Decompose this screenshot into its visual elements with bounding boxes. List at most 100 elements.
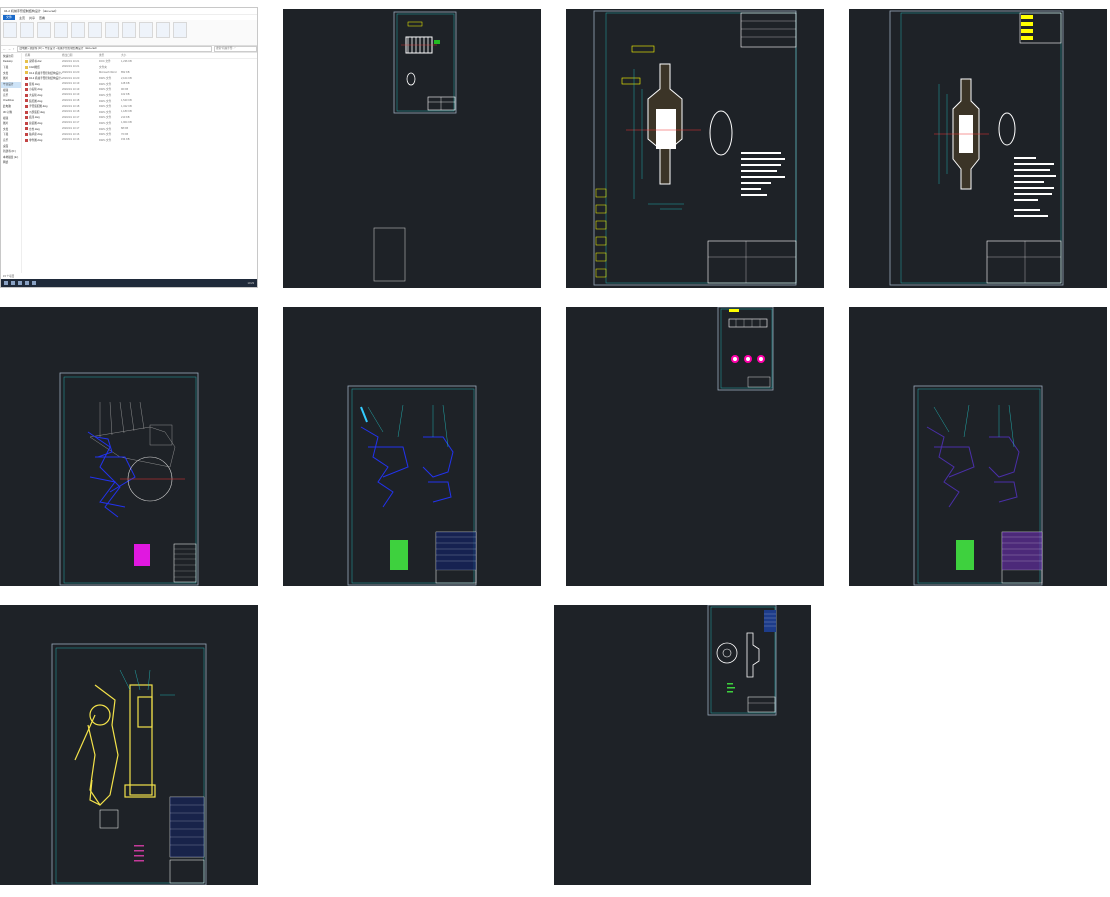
file-date: 2020/4/1 10:17 (62, 127, 80, 131)
delete-button[interactable] (88, 22, 102, 38)
column-type[interactable]: 类型 (99, 53, 121, 57)
file-name: 链轮.dwg (29, 82, 40, 86)
file-type: DWG 文件 (99, 127, 112, 131)
file-date: 2020/4/1 10:16 (62, 138, 80, 142)
file-type: DWG 文件 (99, 99, 112, 103)
copy-to-button[interactable] (71, 22, 85, 38)
drawing-arm-assembly-yellow[interactable] (0, 605, 258, 885)
file-type: 文件夹 (99, 65, 107, 69)
dwg-file-icon (25, 104, 28, 108)
folder-icon[interactable] (18, 281, 22, 285)
drawing-gear-small[interactable] (283, 9, 541, 288)
file-size: 154 KB (121, 138, 130, 142)
tab-file[interactable]: 文件 (3, 15, 16, 20)
dwg-file-icon (25, 110, 28, 114)
browser-icon[interactable] (25, 281, 29, 285)
file-type: Microsoft Word (99, 71, 117, 75)
open-button[interactable] (156, 22, 170, 38)
file-date: 2020/4/1 10:17 (62, 121, 80, 125)
new-folder-button[interactable] (122, 22, 136, 38)
column-name[interactable]: 名称 (25, 53, 62, 57)
drawing-gear-part-2[interactable] (849, 9, 1107, 288)
file-type: DWG 文件 (99, 88, 112, 92)
drawing-assembly-1[interactable] (0, 307, 258, 586)
file-type: DWG 文件 (99, 77, 112, 81)
navigation-pane: 快速访问 Desktop 下载 文档 图片 毕业设计 视频 音乐 OneDrive 此电脑 3D 对… (1, 52, 22, 273)
ribbon (1, 20, 257, 46)
dwg-file-icon (25, 127, 28, 131)
file-name: 04-2 机械手臂控制结构设计.dwg (29, 77, 62, 81)
file-size: 852 KB (121, 71, 130, 75)
drawing-assembly-2[interactable] (283, 307, 541, 586)
file-type: DWG 文件 (99, 93, 112, 97)
file-row[interactable]: 零件图.dwg 2020/4/1 10:16 DWG 文件 154 KB (25, 137, 257, 143)
dwg-file-icon (25, 138, 28, 142)
clock: 10:23 (247, 281, 255, 285)
file-list: 名称 修改日期 类型 大小 说明书.doc 2020/4/1 10:21 DOC 文… (22, 52, 257, 273)
drawing-gear-part-1[interactable] (566, 9, 824, 288)
file-size: 1,904 KB (121, 121, 132, 125)
file-date: 2020/4/1 10:21 (62, 59, 80, 63)
dwg-file-icon (25, 82, 28, 86)
move-to-button[interactable] (54, 22, 68, 38)
file-date: 2020/4/1 10:20 (62, 71, 80, 75)
file-name: 04-2 机械手臂控制结构设计.docx (29, 71, 62, 75)
file-size: 1,180 KB (121, 110, 132, 114)
file-size: 128 KB (121, 82, 130, 86)
dwg-file-icon (25, 88, 28, 92)
drawing-gear-set[interactable] (566, 307, 824, 586)
file-size: 102 KB (121, 93, 130, 97)
dwg-file-icon (25, 121, 28, 125)
dwg-file-icon (25, 93, 28, 97)
file-name: 底座.dwg (29, 116, 40, 120)
file-size: 76 KB (121, 132, 129, 136)
tab-view[interactable]: 查看 (39, 16, 45, 20)
file-name: CAD图纸 (29, 65, 40, 69)
file-name: 大齿轮.dwg (29, 93, 43, 97)
file-type: DOC 文件 (99, 60, 111, 64)
file-explorer-window: 04-2 机械手臂控制结构设计（doc+cad） 文件 主页 共享 查看 ← →… (0, 7, 258, 288)
file-name: 立柱.dwg (29, 127, 40, 131)
file-date: 2020/4/1 10:18 (62, 110, 80, 114)
forward-arrow-icon[interactable]: → (8, 47, 11, 51)
file-date: 2020/4/1 10:18 (62, 99, 80, 103)
file-type: DWG 文件 (99, 82, 112, 86)
rename-button[interactable] (105, 22, 119, 38)
file-type: DWG 文件 (99, 138, 112, 142)
file-date: 2020/4/1 10:19 (62, 93, 80, 97)
back-arrow-icon[interactable]: ← (3, 47, 6, 51)
paste-button[interactable] (37, 22, 51, 38)
cad-app-icon[interactable] (32, 281, 36, 285)
cad-drawing-gear-small (373, 11, 457, 282)
cad-drawing-assembly-2 (347, 385, 477, 586)
drawing-part-detail[interactable] (554, 605, 811, 885)
file-date: 2020/4/1 10:19 (62, 87, 80, 91)
column-date[interactable]: 修改日期 (62, 53, 99, 57)
file-type: DWG 文件 (99, 121, 112, 125)
file-date: 2020/4/1 10:20 (62, 76, 80, 80)
file-name: 零件图.dwg (29, 138, 43, 142)
properties-button[interactable] (139, 22, 153, 38)
copy-button[interactable] (20, 22, 34, 38)
file-size: 210 KB (121, 115, 130, 119)
select-all-button[interactable] (173, 22, 187, 38)
doc-file-icon (25, 71, 28, 75)
up-arrow-icon[interactable]: ↑ (13, 47, 15, 51)
dwg-file-icon (25, 99, 28, 103)
tab-home[interactable]: 主页 (19, 16, 25, 20)
drawing-assembly-3[interactable] (849, 307, 1107, 586)
cad-drawing-part-detail (707, 605, 777, 716)
cad-drawing-arm-assembly (51, 643, 207, 885)
nav-item[interactable]: 网络 (1, 160, 21, 166)
start-icon[interactable] (4, 281, 8, 285)
folder-icon (25, 65, 28, 69)
file-name: 爪部装配.dwg (29, 110, 45, 114)
tab-share[interactable]: 共享 (29, 16, 35, 20)
column-size[interactable]: 大小 (121, 53, 141, 57)
file-date: 2020/4/1 10:17 (62, 115, 80, 119)
file-size: 1,236 KB (121, 59, 132, 63)
search-icon[interactable] (11, 281, 15, 285)
cad-drawing-assembly-1 (59, 372, 199, 586)
explorer-body: 快速访问 Desktop 下载 文档 图片 毕业设计 视频 音乐 OneDrive 此电脑 3D 对… (1, 52, 257, 273)
pin-button[interactable] (3, 22, 17, 38)
